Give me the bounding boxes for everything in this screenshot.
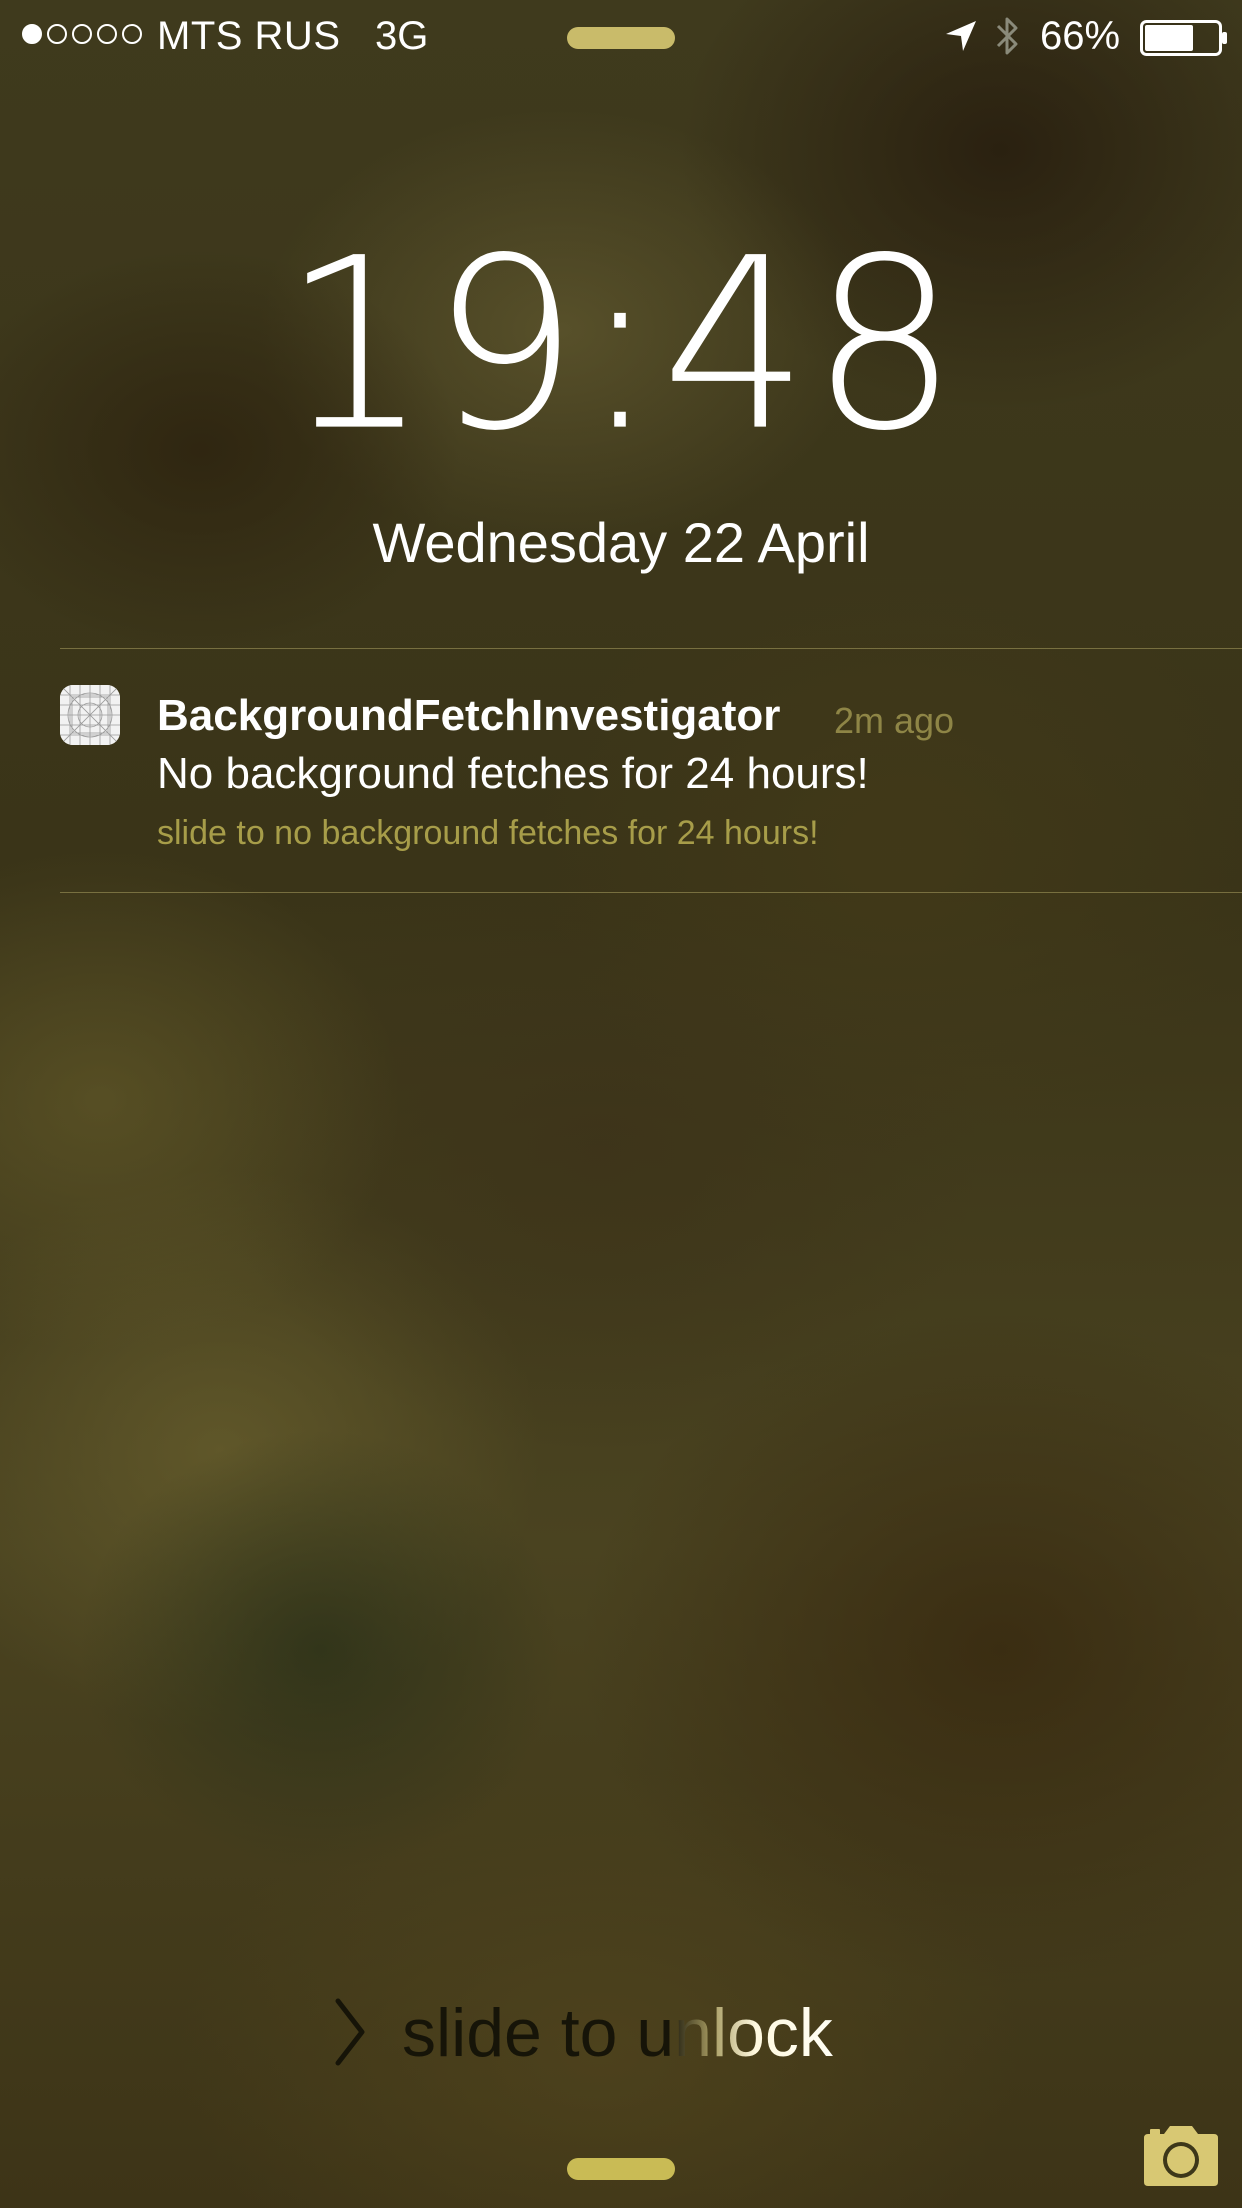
- notification-item[interactable]: BackgroundFetchInvestigator 2m ago No ba…: [0, 649, 1242, 892]
- slide-to-unlock-label: slide to unlock: [402, 1985, 833, 2081]
- lock-screen-date: Wednesday 22 April: [372, 511, 870, 574]
- network-type: 3G: [375, 14, 429, 58]
- signal-strength-icon: [22, 24, 142, 44]
- notification-divider-bottom: [60, 892, 1242, 893]
- location-arrow-icon: [946, 21, 976, 51]
- signal-dot: [97, 24, 117, 44]
- notification-time: 2m ago: [834, 700, 955, 741]
- notification-message: No background fetches for 24 hours!: [157, 749, 869, 798]
- battery-icon: [1140, 20, 1227, 56]
- signal-dot: [72, 24, 92, 44]
- notification-app-name: BackgroundFetchInvestigator: [157, 691, 781, 740]
- chevron-right-icon: [335, 1998, 365, 2066]
- camera-icon[interactable]: [1138, 2120, 1224, 2190]
- notification-center-grabber[interactable]: [567, 27, 675, 49]
- status-bar: MTS RUS 3G 66%: [0, 0, 1242, 72]
- signal-dot: [22, 24, 42, 44]
- signal-dot: [122, 24, 142, 44]
- notification-slide-action[interactable]: slide to no background fetches for 24 ho…: [157, 812, 819, 854]
- slide-to-unlock[interactable]: slide to unlock: [330, 1985, 930, 2085]
- battery-percentage: 66%: [1040, 14, 1121, 58]
- carrier-name: MTS RUS: [157, 14, 341, 58]
- bluetooth-icon: [996, 17, 1018, 55]
- clock-time: 19:48: [281, 207, 961, 483]
- lock-screen-clock: 19:48: [0, 207, 1242, 483]
- signal-dot: [47, 24, 67, 44]
- control-center-grabber[interactable]: [567, 2158, 675, 2180]
- battery-fill: [1145, 25, 1193, 51]
- app-placeholder-icon: [60, 685, 120, 745]
